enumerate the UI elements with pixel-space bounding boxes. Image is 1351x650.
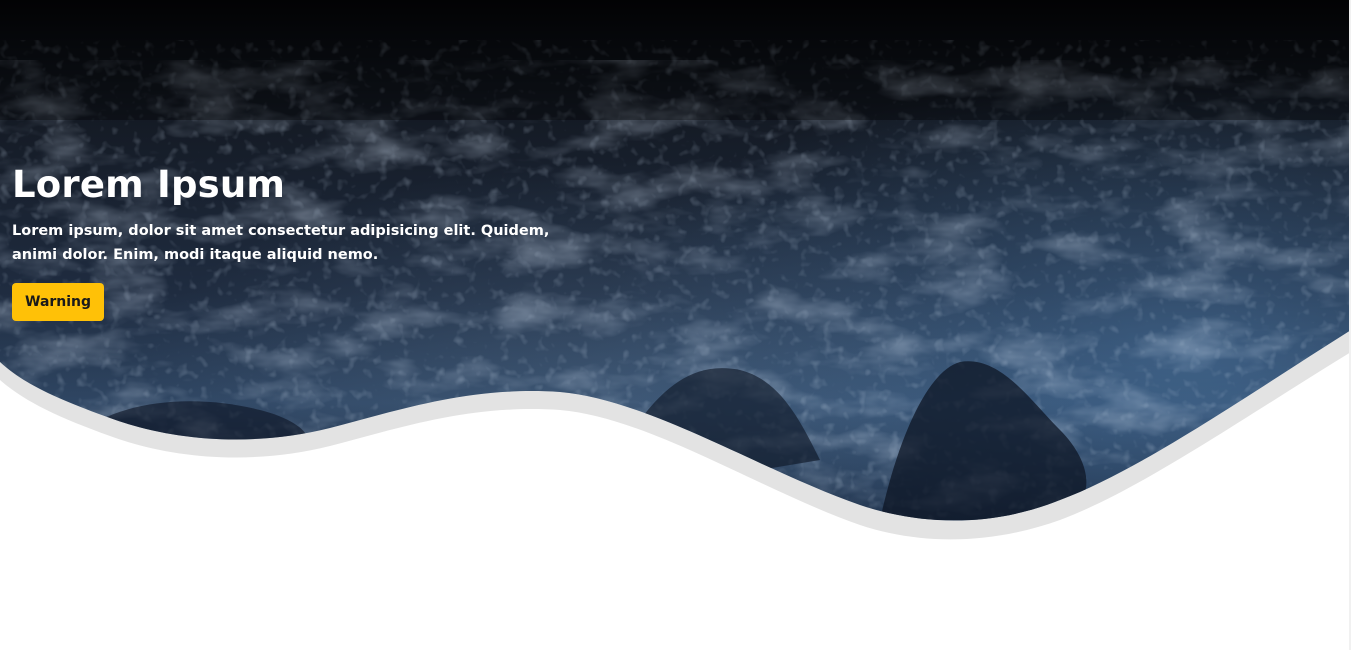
landing-page: Lorem Ipsum Lorem ipsum, dolor sit amet … xyxy=(0,0,1351,650)
hero-content: Lorem Ipsum Lorem ipsum, dolor sit amet … xyxy=(12,163,572,321)
hero-description: Lorem ipsum, dolor sit amet consectetur … xyxy=(12,223,550,263)
warning-button[interactable]: Warning xyxy=(12,283,105,321)
hero-background xyxy=(0,0,1351,540)
hero-title: Lorem Ipsum xyxy=(12,163,286,206)
